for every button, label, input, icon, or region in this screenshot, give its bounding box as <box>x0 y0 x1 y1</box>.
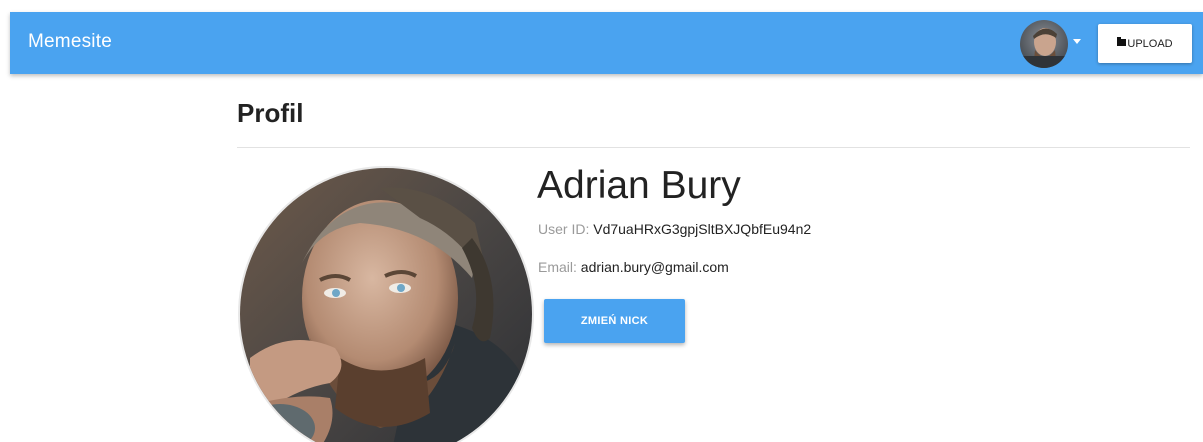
top-navbar: Memesite UPLOAD <box>10 12 1203 74</box>
user-name: Adrian Bury <box>537 164 741 207</box>
folder-icon <box>1117 37 1127 46</box>
profile-page: Memesite UPLOAD Profil Adrian Bury User … <box>0 0 1203 442</box>
avatar-image <box>1020 20 1068 68</box>
caret-down-icon[interactable] <box>1073 39 1081 44</box>
user-avatar[interactable] <box>1020 20 1068 68</box>
profile-photo <box>238 166 534 442</box>
profile-image <box>240 168 532 442</box>
email-label: Email: <box>538 259 577 275</box>
brand-link[interactable]: Memesite <box>28 31 112 53</box>
email-line: Email: adrian.bury@gmail.com <box>538 259 729 275</box>
user-id-value: Vd7uaHRxG3gpjSltBXJQbfEu94n2 <box>593 221 812 237</box>
user-id-line: User ID: Vd7uaHRxG3gpjSltBXJQbfEu94n2 <box>538 221 811 237</box>
user-id-label: User ID: <box>538 221 590 237</box>
email-value: adrian.bury@gmail.com <box>580 259 729 275</box>
title-divider <box>237 147 1190 148</box>
change-nick-label: ZMIEŃ NICK <box>580 315 649 327</box>
upload-label: UPLOAD <box>1127 37 1173 50</box>
page-title: Profil <box>237 98 304 128</box>
change-nick-button[interactable]: ZMIEŃ NICK <box>544 299 685 343</box>
upload-button[interactable]: UPLOAD <box>1098 24 1192 63</box>
